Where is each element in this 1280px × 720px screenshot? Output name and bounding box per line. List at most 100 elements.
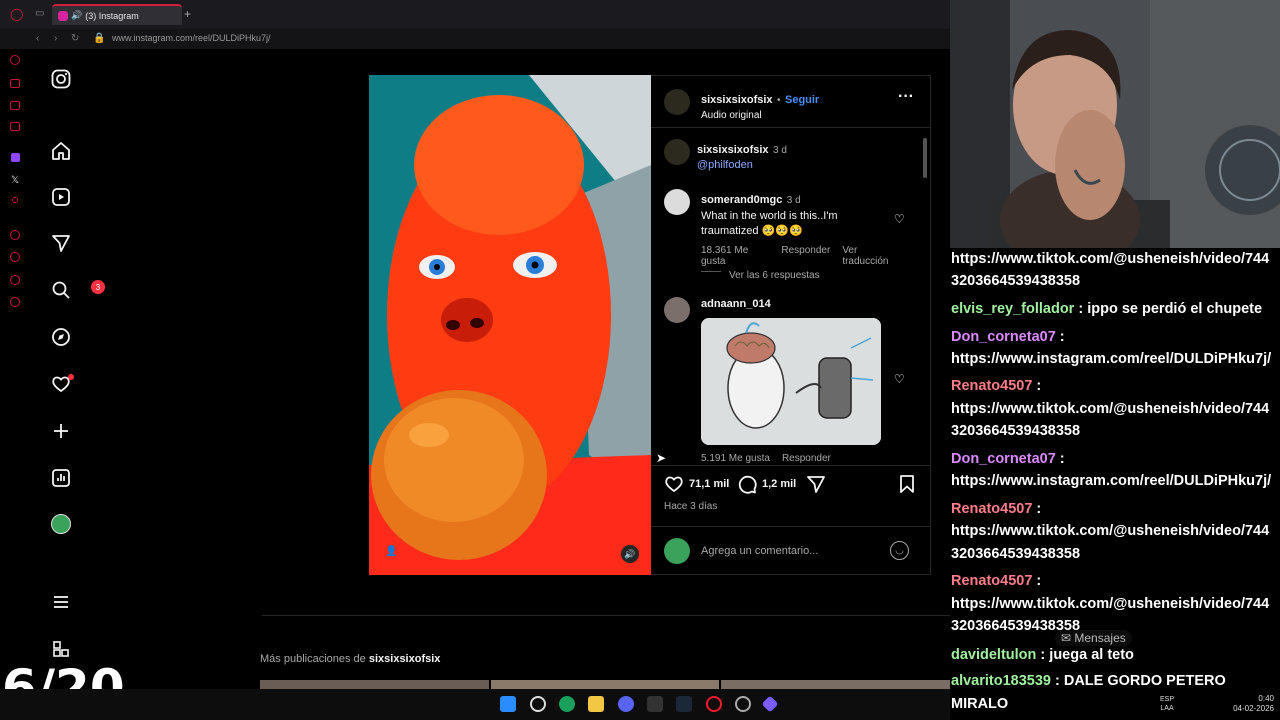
edge-icon[interactable]	[559, 696, 575, 712]
forward-icon[interactable]: ›	[54, 33, 57, 44]
reel-video[interactable]: 👤 🔊	[369, 75, 651, 575]
opera-logo-icon[interactable]: ◯	[10, 7, 23, 21]
caption-mention[interactable]: @philfoden	[697, 159, 787, 171]
author-avatar[interactable]	[664, 89, 690, 115]
reply-link[interactable]: Responder	[782, 453, 831, 463]
steam-icon[interactable]	[676, 696, 692, 712]
taskbar-search-icon[interactable]	[530, 696, 546, 712]
comments-scrollbar[interactable]	[922, 128, 928, 458]
save-button[interactable]	[898, 474, 916, 499]
tag-user-icon[interactable]: 👤	[385, 546, 397, 557]
settings-icon[interactable]	[10, 297, 20, 307]
messenger-icon[interactable]	[10, 101, 20, 110]
comment-username[interactable]: adnaann_014	[701, 298, 771, 310]
like-button[interactable]	[664, 474, 684, 499]
chat-username[interactable]: Renato4507	[951, 378, 1032, 394]
obs-icon[interactable]	[735, 696, 751, 712]
more-posts-prefix: Más publicaciones de	[260, 653, 366, 665]
audio-label[interactable]: Audio original	[701, 110, 819, 121]
url-field[interactable]: www.instagram.com/reel/DULDiPHku7j/	[112, 33, 271, 43]
author-username[interactable]: sixsixsixofsix	[701, 94, 773, 106]
section-divider	[262, 615, 950, 616]
comment-likes[interactable]: 5.191 Me gusta	[701, 453, 770, 463]
tab-menu-icon[interactable]: ▭	[35, 8, 44, 19]
reels-icon[interactable]	[49, 185, 73, 209]
comment-like-icon[interactable]: ♡	[894, 212, 905, 226]
chat-username[interactable]: davideltulon	[951, 647, 1036, 663]
aria-icon[interactable]	[10, 55, 20, 65]
clock[interactable]: 0:40 04-02-2026	[1222, 694, 1274, 714]
opera-taskbar-icon[interactable]	[706, 696, 722, 712]
dashboard-icon[interactable]	[49, 466, 73, 490]
messages-popup[interactable]: ✉ Mensajes	[1055, 630, 1132, 646]
language-indicator[interactable]: ESP LAA	[1160, 695, 1174, 713]
share-button[interactable]	[806, 474, 826, 499]
more-options-icon[interactable]: ···	[898, 88, 914, 106]
file-explorer-icon[interactable]	[588, 696, 604, 712]
extensions-icon[interactable]	[10, 275, 20, 285]
history-icon[interactable]	[10, 230, 20, 240]
search-icon[interactable]	[49, 278, 73, 302]
comment-avatar[interactable]	[664, 189, 690, 215]
more-posts-user[interactable]: sixsixsixofsix	[369, 653, 441, 665]
reload-icon[interactable]: ↻	[71, 33, 79, 44]
profile-icon[interactable]	[49, 512, 73, 536]
downloads-icon[interactable]	[10, 252, 20, 262]
chat-username[interactable]: Renato4507	[951, 501, 1032, 517]
view-replies-link[interactable]: Ver las 6 respuestas	[729, 270, 820, 281]
comment-input[interactable]: Agrega un comentario...	[701, 545, 818, 557]
start-icon[interactable]	[500, 696, 516, 712]
chat-username[interactable]: elvis_rey_follador	[951, 301, 1074, 317]
chat-text: https://www.tiktok.com/@usheneish/video/…	[951, 523, 1270, 539]
tab-instagram[interactable]: 🔊 (3) Instagram	[52, 4, 182, 25]
like-icon[interactable]	[664, 474, 684, 494]
explore-icon[interactable]	[49, 325, 73, 349]
chat-username[interactable]: Don_corneta07	[951, 451, 1056, 467]
comment-avatar[interactable]	[664, 297, 690, 323]
epic-games-icon[interactable]	[647, 696, 663, 712]
post-thumbnail[interactable]	[721, 680, 951, 689]
caption-username[interactable]: sixsixsixofsix	[697, 144, 769, 156]
comment-username[interactable]: somerand0mgc	[701, 194, 782, 206]
back-icon[interactable]: ‹	[36, 33, 39, 44]
comment-button[interactable]	[737, 474, 757, 499]
instagram-sidebar-icon[interactable]	[10, 122, 20, 131]
post-thumbnail[interactable]	[260, 680, 489, 689]
scroll-thumb[interactable]	[923, 138, 927, 178]
comment-count[interactable]: 1,2 mil	[762, 478, 796, 490]
translate-link[interactable]: Ver traducción	[842, 245, 901, 267]
share-icon[interactable]	[806, 474, 826, 494]
bookmark-icon[interactable]	[898, 474, 916, 494]
twitch-icon[interactable]	[11, 153, 20, 162]
dot-icon[interactable]	[12, 197, 18, 203]
caption-avatar[interactable]	[664, 139, 690, 165]
chat-username[interactable]: alvarito183539	[951, 673, 1051, 689]
new-tab-button[interactable]: +	[184, 7, 191, 21]
comment-likes[interactable]: 18.361 Me gusta	[701, 245, 769, 267]
chat-message: davideltulon : juega al teto	[951, 644, 1134, 667]
volume-icon[interactable]: 🔊	[621, 545, 639, 563]
reply-link[interactable]: Responder	[781, 245, 830, 267]
create-icon[interactable]	[49, 419, 73, 443]
home-icon[interactable]	[49, 139, 73, 163]
speaker-icon[interactable]: 🔊	[71, 10, 82, 21]
current-user-avatar[interactable]	[664, 538, 690, 564]
discord-icon[interactable]	[618, 696, 634, 712]
mouse-cursor-icon: ➤	[656, 451, 667, 465]
follow-button[interactable]: Seguir	[785, 94, 819, 106]
emoji-icon[interactable]: ◡	[890, 541, 909, 560]
comment-image[interactable]	[701, 318, 881, 445]
comment-like-icon[interactable]: ♡	[894, 372, 905, 386]
workspace-icon[interactable]	[10, 79, 20, 88]
chat-username[interactable]: Don_corneta07	[951, 329, 1056, 345]
chat-text: :	[1032, 378, 1042, 394]
messages-icon[interactable]	[49, 231, 73, 255]
x-icon[interactable]: 𝕏	[11, 175, 19, 186]
chat-username[interactable]: Renato4507	[951, 573, 1032, 589]
comment-icon[interactable]	[737, 474, 757, 494]
instagram-logo-icon[interactable]	[49, 67, 73, 91]
also-from-meta-icon[interactable]	[49, 637, 73, 661]
more-icon[interactable]	[49, 590, 73, 614]
like-count[interactable]: 71,1 mil	[689, 478, 729, 490]
post-thumbnail[interactable]	[490, 680, 720, 689]
